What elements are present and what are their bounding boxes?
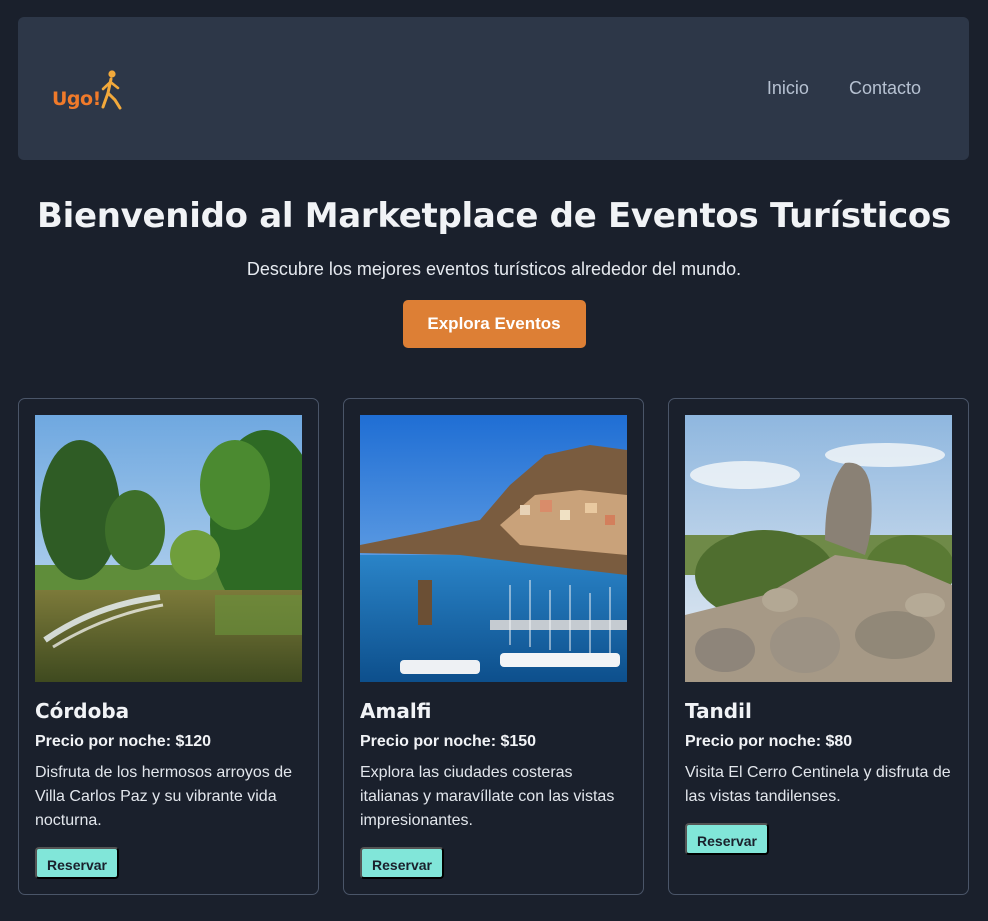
reserve-button[interactable]: Reservar [35,847,119,879]
hero-subtitle: Descubre los mejores eventos turísticos … [246,259,742,279]
logo-text: Ugo! [52,87,101,110]
amalfi-coast-image [360,415,627,682]
logo[interactable]: Ugo! [52,67,124,111]
event-card-tandil: Tandil Precio por noche: $80 Visita El C… [668,398,969,895]
main-nav: Inicio Contacto [767,78,921,99]
page-title: Bienvenido al Marketplace de Eventos Tur… [37,196,951,236]
card-price: Precio por noche: $150 [360,733,537,750]
card-description: Visita El Cerro Centinela y disfruta de … [685,764,951,805]
nav-link-contacto[interactable]: Contacto [849,78,921,99]
cordoba-park-image [35,415,302,682]
hero-section: Bienvenido al Marketplace de Eventos Tur… [0,196,988,348]
nav-link-inicio[interactable]: Inicio [767,78,809,99]
event-cards: Córdoba Precio por noche: $120 Disfruta … [18,398,969,895]
event-card-cordoba: Córdoba Precio por noche: $120 Disfruta … [18,398,319,895]
event-card-amalfi: Amalfi Precio por noche: $150 Explora la… [343,398,644,895]
card-price: Precio por noche: $80 [685,733,853,750]
walking-person-icon [101,69,122,109]
card-title: Córdoba [35,699,130,723]
card-title: Amalfi [360,699,432,723]
card-title: Tandil [685,699,752,723]
tandil-rock-image [685,415,952,682]
reserve-button[interactable]: Reservar [685,823,769,855]
card-description: Disfruta de los hermosos arroyos de Vill… [35,764,292,829]
explore-events-button[interactable]: Explora Eventos [402,300,586,348]
reserve-button[interactable]: Reservar [360,847,444,879]
card-description: Explora las ciudades costeras italianas … [360,764,615,829]
card-price: Precio por noche: $120 [35,733,212,750]
site-header: Ugo! Inicio Contacto [18,17,969,160]
